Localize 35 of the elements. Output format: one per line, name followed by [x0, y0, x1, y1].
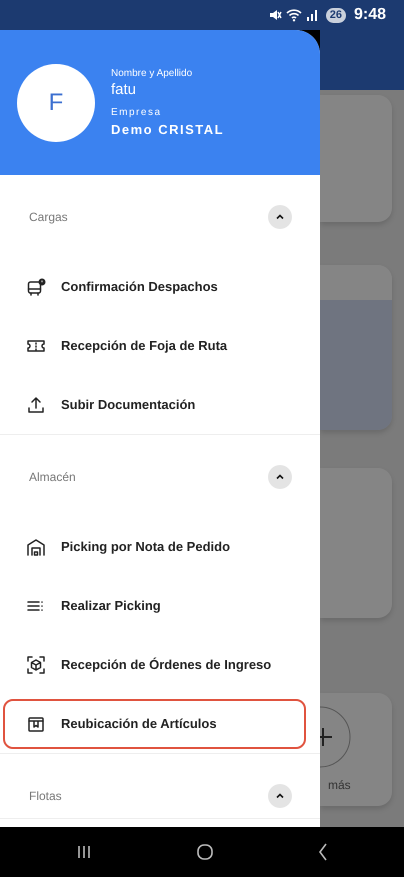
upload-icon [26, 394, 46, 414]
name-label: Nombre y Apellido [111, 66, 194, 81]
signal-icon [306, 9, 318, 21]
wifi-icon [286, 8, 302, 22]
add-label: más [328, 776, 351, 794]
section-title: Cargas [29, 209, 68, 226]
menu-item[interactable]: Recepción de Foja de Ruta [3, 320, 306, 370]
avatar: F [17, 64, 95, 142]
warehouse-icon [26, 536, 46, 556]
company-label: Empresa [111, 106, 163, 120]
home-icon[interactable] [196, 843, 214, 861]
menu-item[interactable]: Picking por Nota de Pedido [3, 522, 306, 572]
cube-icon [26, 654, 46, 674]
chevron-up-icon [275, 472, 285, 482]
collapse-button[interactable] [268, 784, 292, 808]
status-time: 9:48 [354, 5, 386, 25]
menu-item[interactable]: Subir Documentación [3, 380, 306, 430]
chevron-up-icon [275, 212, 285, 222]
user-name: fatu [111, 80, 138, 99]
collapse-button[interactable] [268, 205, 292, 229]
chevron-up-icon [275, 791, 285, 801]
menu-item[interactable]: Recepción de Órdenes de Ingreso [3, 640, 306, 690]
menu-item[interactable]: Realizar Picking [3, 580, 306, 630]
section-title: Flotas [29, 788, 62, 805]
menu-item[interactable]: Confirmación Despachos [3, 262, 306, 312]
menu-item[interactable]: Reubicación de Artículos [3, 698, 306, 748]
collapse-button[interactable] [268, 465, 292, 489]
mute-icon [268, 8, 282, 22]
plus-icon[interactable] [320, 706, 352, 768]
company-name: Demo CRISTAL [111, 120, 224, 139]
recents-icon[interactable] [76, 845, 92, 859]
battery-level: 26 [326, 8, 346, 22]
back-icon[interactable] [318, 843, 328, 861]
section-title: Almacén [29, 469, 76, 486]
bus-icon [26, 276, 46, 296]
